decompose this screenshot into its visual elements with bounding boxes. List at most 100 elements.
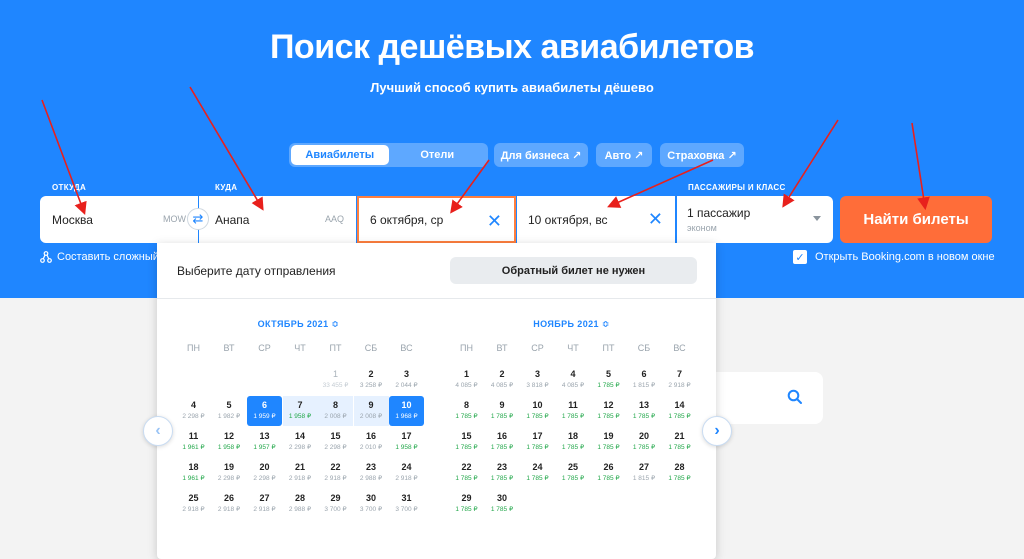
calendar-day[interactable]: 19 1 785 ₽ — [591, 427, 626, 457]
passengers-field[interactable]: 1 пассажир эконом — [677, 196, 833, 243]
calendar-day[interactable]: 29 1 785 ₽ — [449, 489, 484, 519]
auto-link[interactable]: Авто ↗ — [596, 143, 652, 167]
depart-date-field[interactable]: 6 октября, ср ✕ — [357, 196, 516, 243]
chevron-right-icon[interactable]: › — [702, 416, 732, 446]
calendar-day[interactable]: 28 2 988 ₽ — [283, 489, 318, 519]
calendar-day[interactable]: 4 2 298 ₽ — [176, 396, 211, 426]
day-number: 26 — [603, 462, 614, 472]
day-price: 1 785 ₽ — [455, 506, 478, 513]
calendar-day[interactable]: 30 3 700 ₽ — [354, 489, 389, 519]
tab-flights[interactable]: Авиабилеты — [291, 145, 389, 165]
calendar-day[interactable]: 27 2 918 ₽ — [247, 489, 282, 519]
day-number: 27 — [259, 493, 270, 503]
calendar-day[interactable]: 26 1 785 ₽ — [591, 458, 626, 488]
calendar-day[interactable]: 4 4 085 ₽ — [556, 365, 591, 395]
calendar-day[interactable]: 13 1 785 ₽ — [627, 396, 662, 426]
calendar-day[interactable]: 2 4 085 ₽ — [485, 365, 520, 395]
search-icon[interactable] — [787, 389, 803, 405]
calendar-day[interactable]: 28 1 785 ₽ — [662, 458, 697, 488]
calendar-day[interactable]: 22 1 785 ₽ — [449, 458, 484, 488]
business-link[interactable]: Для бизнеса ↗ — [494, 143, 588, 167]
calendar-day[interactable]: 20 2 298 ₽ — [247, 458, 282, 488]
day-number: 9 — [499, 400, 505, 410]
destination-value: Анапа — [215, 212, 250, 227]
return-date-field[interactable]: 10 октября, вс ✕ — [517, 196, 675, 243]
day-price: 1 785 ₽ — [526, 444, 549, 451]
calendar-day[interactable]: 5 1 785 ₽ — [591, 365, 626, 395]
day-price: 2 918 ₽ — [395, 475, 418, 482]
calendar-day[interactable]: 2 3 258 ₽ — [354, 365, 389, 395]
calendar-day[interactable]: 20 1 785 ₽ — [627, 427, 662, 457]
calendar-day[interactable]: 27 1 815 ₽ — [627, 458, 662, 488]
search-button[interactable]: Найти билеты — [840, 196, 992, 243]
checkbox-check-icon[interactable]: ✓ — [793, 250, 807, 264]
day-number: 26 — [223, 493, 234, 503]
calendar-day[interactable]: 7 1 958 ₽ — [282, 396, 318, 426]
calendar-day[interactable]: 18 1 785 ₽ — [556, 427, 591, 457]
calendar-day[interactable]: 9 1 785 ₽ — [485, 396, 520, 426]
close-icon[interactable]: ✕ — [487, 212, 502, 230]
no-return-button[interactable]: Обратный билет не нужен — [450, 257, 697, 284]
calendar-day[interactable]: 5 1 982 ₽ — [212, 396, 247, 426]
calendar-day[interactable]: 11 1 785 ₽ — [556, 396, 591, 426]
calendar-day[interactable]: 10 1 968 ₽ — [389, 396, 424, 426]
calendar-day[interactable]: 31 3 700 ₽ — [389, 489, 424, 519]
swap-icon[interactable]: ⇄ — [187, 208, 209, 230]
day-number: 10 — [532, 400, 543, 410]
calendar-day[interactable]: 6 1 815 ₽ — [627, 365, 662, 395]
day-price: 3 700 ₽ — [359, 506, 383, 513]
calendar-day[interactable]: 3 2 044 ₽ — [389, 365, 424, 395]
calendar-day[interactable]: 17 1 958 ₽ — [389, 427, 424, 457]
calendar-day[interactable]: 30 1 785 ₽ — [485, 489, 520, 519]
calendar-day[interactable]: 14 2 298 ₽ — [283, 427, 318, 457]
calendar-day[interactable]: 25 1 785 ₽ — [556, 458, 591, 488]
tab-hotels[interactable]: Отели — [389, 145, 487, 165]
calendar-day[interactable]: 21 2 918 ₽ — [283, 458, 318, 488]
insurance-link[interactable]: Страховка ↗ — [660, 143, 744, 167]
calendar-day[interactable]: 22 2 918 ₽ — [318, 458, 353, 488]
calendar-day[interactable]: 8 1 785 ₽ — [449, 396, 484, 426]
calendar-day[interactable]: 16 2 010 ₽ — [354, 427, 389, 457]
calendar-day[interactable]: 11 1 961 ₽ — [176, 427, 211, 457]
origin-field[interactable]: Москва MOW — [40, 196, 198, 243]
booking-option[interactable]: ✓ Открыть Booking.com в новом окне — [793, 250, 995, 264]
calendar-day[interactable]: 15 2 298 ₽ — [318, 427, 353, 457]
calendar-day[interactable]: 15 1 785 ₽ — [449, 427, 484, 457]
calendar-day[interactable]: 29 3 700 ₽ — [318, 489, 353, 519]
calendar-day[interactable]: 10 1 785 ₽ — [520, 396, 555, 426]
calendar-day[interactable]: 7 2 918 ₽ — [662, 365, 697, 395]
chevron-down-icon — [813, 216, 821, 221]
calendar-day[interactable]: 25 2 918 ₽ — [176, 489, 211, 519]
calendar-day[interactable]: 24 1 785 ₽ — [520, 458, 555, 488]
day-price: 1 968 ₽ — [395, 413, 418, 420]
calendar-day[interactable]: 17 1 785 ₽ — [520, 427, 555, 457]
calendar-day[interactable]: 24 2 918 ₽ — [389, 458, 424, 488]
day-price: 3 818 ₽ — [526, 382, 549, 389]
calendar-day[interactable]: 12 1 785 ₽ — [591, 396, 626, 426]
day-number: 14 — [674, 400, 685, 410]
calendar-day[interactable]: 3 3 818 ₽ — [520, 365, 555, 395]
day-number: 17 — [401, 431, 412, 441]
calendar-day[interactable]: 13 1 957 ₽ — [247, 427, 282, 457]
calendar-day[interactable]: 1 4 085 ₽ — [449, 365, 484, 395]
day-number: 14 — [294, 431, 305, 441]
month-name[interactable]: НОЯБРЬ 2021 ≎ — [449, 319, 694, 330]
calendar-day[interactable]: 21 1 785 ₽ — [662, 427, 697, 457]
month-name[interactable]: ОКТЯБРЬ 2021 ≎ — [176, 319, 421, 330]
calendar-day[interactable]: 23 2 988 ₽ — [354, 458, 389, 488]
chevron-left-icon[interactable]: ‹ — [143, 416, 173, 446]
destination-field[interactable]: Анапа AAQ — [199, 196, 356, 243]
close-icon[interactable]: ✕ — [648, 210, 663, 228]
calendar-day[interactable]: 26 2 918 ₽ — [212, 489, 247, 519]
calendar-day[interactable]: 6 1 959 ₽ — [247, 396, 282, 426]
calendar-day[interactable]: 23 1 785 ₽ — [485, 458, 520, 488]
calendar-day[interactable]: 14 1 785 ₽ — [662, 396, 697, 426]
calendar-day[interactable]: 8 2 008 ₽ — [318, 396, 353, 426]
day-price: 2 988 ₽ — [288, 506, 312, 513]
complex-route-link[interactable]: Составить сложный — [40, 251, 159, 263]
calendar-day[interactable]: 19 2 298 ₽ — [212, 458, 247, 488]
calendar-day[interactable]: 18 1 961 ₽ — [176, 458, 211, 488]
calendar-day[interactable]: 12 1 958 ₽ — [212, 427, 247, 457]
calendar-day[interactable]: 16 1 785 ₽ — [485, 427, 520, 457]
calendar-day[interactable]: 9 2 008 ₽ — [353, 396, 389, 426]
